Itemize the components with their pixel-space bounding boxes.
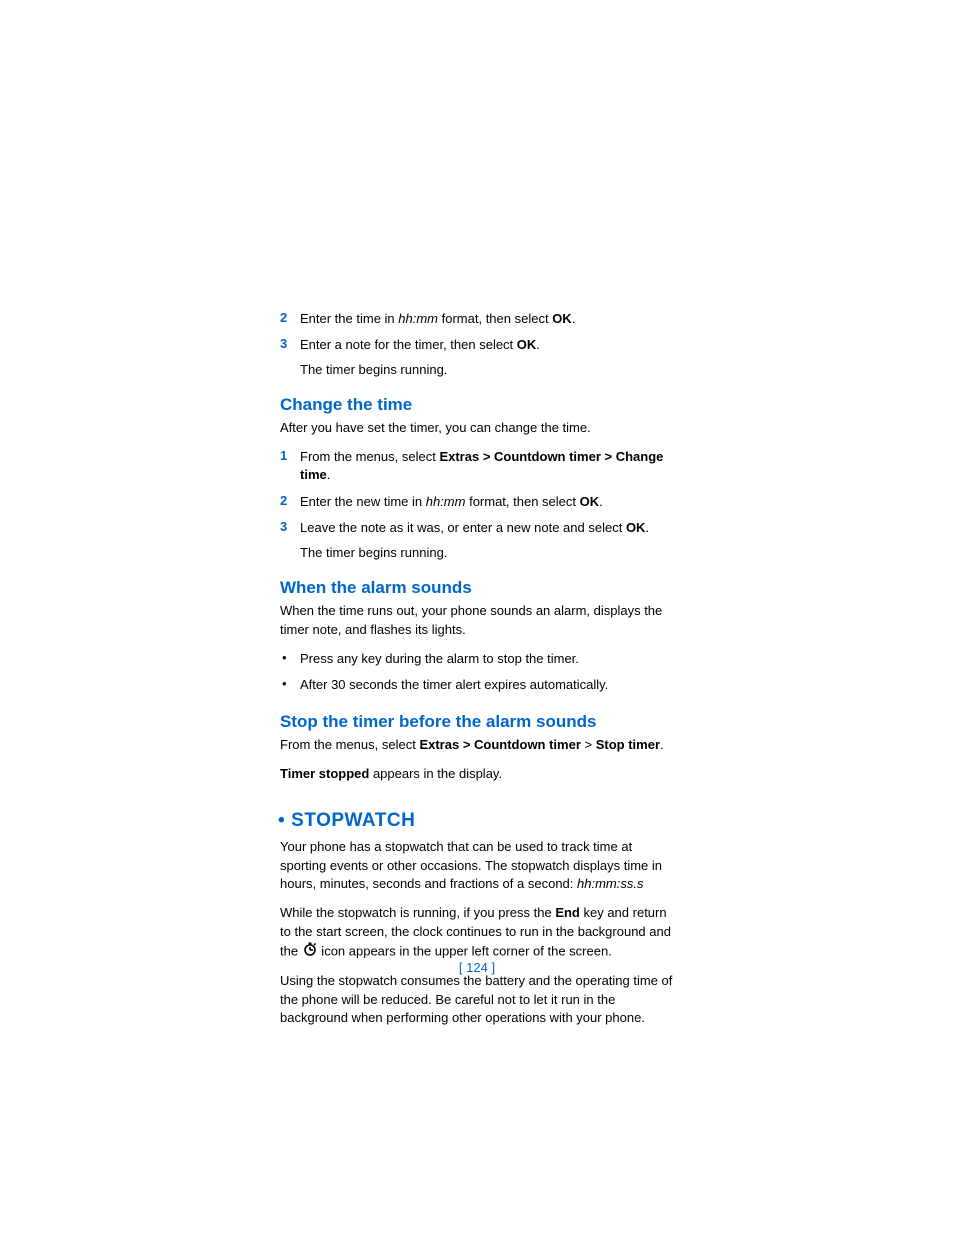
- step-text: From the menus, select Extras > Countdow…: [300, 448, 680, 484]
- page-number: [ 124 ]: [0, 960, 954, 975]
- heading-change-time: Change the time: [280, 395, 680, 415]
- list-item: 2 Enter the new time in hh:mm format, th…: [280, 493, 680, 511]
- stopwatch-icon: [303, 942, 317, 962]
- bullet-text: After 30 seconds the timer alert expires…: [300, 676, 608, 694]
- list-item: 1 From the menus, select Extras > Countd…: [280, 448, 680, 484]
- list-item: • Press any key during the alarm to stop…: [280, 650, 680, 668]
- list-item: 3 Enter a note for the timer, then selec…: [280, 336, 680, 354]
- bullet-text: Press any key during the alarm to stop t…: [300, 650, 579, 668]
- step-text: Enter a note for the timer, then select …: [300, 336, 540, 354]
- bullet-marker: •: [280, 676, 300, 694]
- step-number: 3: [280, 519, 300, 537]
- paragraph: Timer stopped appears in the display.: [280, 765, 680, 784]
- section-bullet-icon: •: [278, 810, 285, 831]
- list-item: 2 Enter the time in hh:mm format, then s…: [280, 310, 680, 328]
- step-text: Enter the new time in hh:mm format, then…: [300, 493, 603, 511]
- result-text: The timer begins running.: [300, 362, 680, 377]
- step-number: 2: [280, 310, 300, 328]
- step-number: 2: [280, 493, 300, 511]
- step-text: Leave the note as it was, or enter a new…: [300, 519, 649, 537]
- step-number: 3: [280, 336, 300, 354]
- result-text: The timer begins running.: [300, 545, 680, 560]
- heading-alarm-sounds: When the alarm sounds: [280, 578, 680, 598]
- paragraph: After you have set the timer, you can ch…: [280, 419, 680, 438]
- paragraph: When the time runs out, your phone sound…: [280, 602, 680, 640]
- list-item: • After 30 seconds the timer alert expir…: [280, 676, 680, 694]
- paragraph: Using the stopwatch consumes the battery…: [280, 972, 680, 1029]
- heading-stop-timer: Stop the timer before the alarm sounds: [280, 712, 680, 732]
- paragraph: Your phone has a stopwatch that can be u…: [280, 838, 680, 895]
- list-item: 3 Leave the note as it was, or enter a n…: [280, 519, 680, 537]
- paragraph: While the stopwatch is running, if you p…: [280, 904, 680, 962]
- page-content: 2 Enter the time in hh:mm format, then s…: [280, 310, 680, 1038]
- step-text: Enter the time in hh:mm format, then sel…: [300, 310, 575, 328]
- step-number: 1: [280, 448, 300, 484]
- bullet-marker: •: [280, 650, 300, 668]
- paragraph: From the menus, select Extras > Countdow…: [280, 736, 680, 755]
- heading-stopwatch: •STOPWATCH: [278, 810, 680, 832]
